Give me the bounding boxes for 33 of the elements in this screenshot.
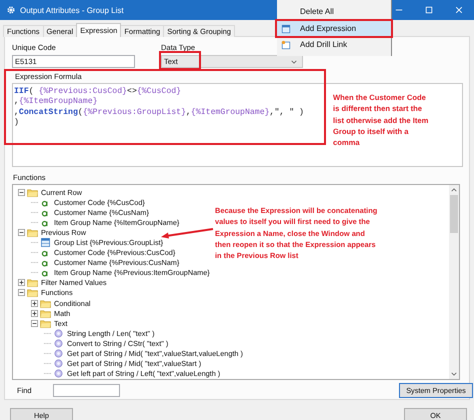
scroll-up-icon[interactable]: [451, 188, 457, 192]
table-icon: [40, 238, 51, 248]
expand-toggle[interactable]: [31, 310, 38, 317]
table-icon: [281, 24, 291, 34]
scroll-down-icon[interactable]: [451, 372, 457, 376]
folder-icon: [27, 188, 38, 197]
menu-item[interactable]: Add Expression: [277, 21, 391, 36]
link-icon: [281, 40, 291, 50]
folder-icon: [40, 308, 51, 318]
menu-item[interactable]: Add Drill Link: [277, 37, 391, 52]
expand-toggle[interactable]: [31, 320, 38, 327]
code-line: ,ConcatString({%Previous:GroupList},{%ItemGroupName},", " ): [14, 108, 304, 118]
scrollbar-thumb[interactable]: [450, 195, 458, 233]
menu-item[interactable]: Delete All: [277, 4, 391, 19]
code-line: IIF( {%Previous:CusCod}<>{%CusCod}: [14, 87, 182, 97]
code-line: ): [14, 118, 19, 128]
settings-icon: [7, 6, 15, 14]
folder-icon: [27, 288, 38, 298]
chevron-down-icon: [291, 60, 297, 64]
expand-toggle[interactable]: [18, 279, 25, 286]
folder-icon: [40, 298, 51, 308]
folder-icon: [40, 318, 51, 328]
scrollbar[interactable]: [449, 185, 459, 379]
expand-toggle[interactable]: [18, 289, 25, 296]
expand-toggle[interactable]: [31, 300, 38, 307]
window-title: Output Attributes - Group List: [20, 6, 124, 14]
arrow: [160, 227, 214, 239]
expand-toggle[interactable]: [18, 188, 25, 196]
expand-toggle[interactable]: [18, 228, 25, 236]
folder-icon: [27, 278, 38, 288]
folder-icon: [27, 228, 38, 237]
code-line: ,{%ItemGroupName}: [14, 97, 98, 108]
find-field[interactable]: [52, 384, 120, 397]
